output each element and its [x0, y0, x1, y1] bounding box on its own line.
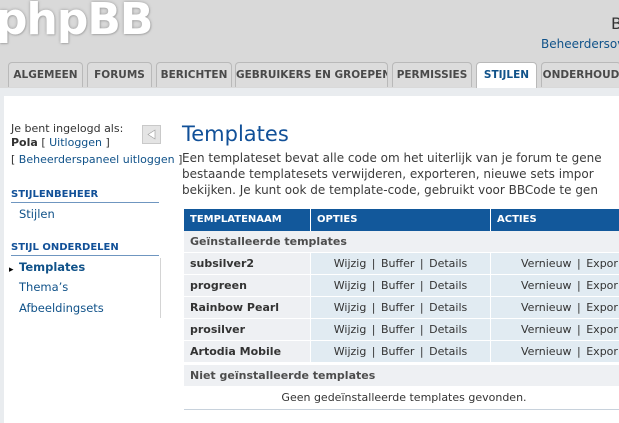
- tab-algemeen[interactable]: ALGEMEEN: [8, 62, 83, 87]
- buffer-link[interactable]: Buffer: [381, 323, 414, 336]
- details-link[interactable]: Details: [429, 345, 467, 358]
- template-name: prosilver: [184, 319, 310, 341]
- actions-cell: Vernieuw | Expor: [490, 253, 619, 275]
- buffer-link[interactable]: Buffer: [381, 301, 414, 314]
- vernieuw-link[interactable]: Vernieuw: [521, 257, 572, 270]
- actions-cell: Vernieuw | Expor: [490, 275, 619, 297]
- sidebar-heading-stijl-onderdelen: STIJL ONDERDELEN: [11, 242, 159, 256]
- actions-cell: Vernieuw | Expor: [490, 297, 619, 319]
- installed-section-heading: Geïnstalleerde templates: [184, 231, 619, 253]
- column-header-opties: OPTIES: [311, 209, 491, 231]
- table-row: subsilver2 Wijzig | Buffer | Details Ver…: [184, 253, 619, 275]
- tab-forums[interactable]: FORUMS: [87, 62, 152, 87]
- tab-bar: ALGEMEEN FORUMS BERICHTEN GEBRUIKERS EN …: [0, 62, 619, 89]
- tab-gebruikers-en-groepen[interactable]: GEBRUIKERS EN GROEPEN: [235, 62, 388, 87]
- sidebar-divider: [160, 258, 161, 318]
- export-link[interactable]: Expor: [586, 257, 618, 270]
- wijzig-link[interactable]: Wijzig: [334, 345, 367, 358]
- export-link[interactable]: Expor: [586, 323, 618, 336]
- admin-logout-line: [ Beheerderspaneel uitloggen ]: [11, 153, 183, 166]
- export-link[interactable]: Expor: [586, 301, 618, 314]
- tab-berichten[interactable]: BERICHTEN: [156, 62, 232, 87]
- sidebar: Je bent ingelogd als: Pola [ Uitloggen ]…: [0, 88, 182, 423]
- export-link[interactable]: Expor: [586, 279, 618, 292]
- vernieuw-link[interactable]: Vernieuw: [521, 323, 572, 336]
- sidebar-heading-stijlenbeheer: STIJLENBEHEER: [11, 189, 159, 203]
- tab-onderhoud[interactable]: ONDERHOUD: [541, 62, 619, 87]
- template-name: progreen: [184, 275, 310, 297]
- actions-cell: Vernieuw | Expor: [490, 341, 619, 363]
- header: phpBB B Beheerdersov: [0, 0, 619, 62]
- logout-link[interactable]: Uitloggen: [49, 136, 102, 149]
- description-line: bekijken. Je kunt ook de template-code, …: [182, 183, 598, 197]
- buffer-link[interactable]: Buffer: [381, 279, 414, 292]
- template-name: subsilver2: [184, 253, 310, 275]
- uninstalled-section-heading: Niet geïnstalleerde templates: [184, 365, 619, 387]
- vernieuw-link[interactable]: Vernieuw: [521, 345, 572, 358]
- template-name: Artodia Mobile: [184, 341, 310, 363]
- active-arrow-icon: ▸: [9, 265, 14, 275]
- options-cell: Wijzig | Buffer | Details: [310, 253, 490, 275]
- options-cell: Wijzig | Buffer | Details: [310, 341, 490, 363]
- description-line: Een templateset bevat alle code om het u…: [182, 151, 602, 165]
- options-cell: Wijzig | Buffer | Details: [310, 275, 490, 297]
- admin-logout-link[interactable]: Beheerderspaneel uitloggen: [19, 153, 175, 166]
- details-link[interactable]: Details: [429, 279, 467, 292]
- wijzig-link[interactable]: Wijzig: [334, 323, 367, 336]
- arrow-left-icon: [147, 129, 156, 140]
- table-row: progreen Wijzig | Buffer | Details Verni…: [184, 275, 619, 297]
- tab-permissies[interactable]: PERMISSIES: [392, 62, 472, 87]
- options-cell: Wijzig | Buffer | Details: [310, 297, 490, 319]
- sidebar-item-stijlen[interactable]: Stijlen: [19, 207, 55, 221]
- sidebar-item-themas[interactable]: Thema’s: [19, 280, 68, 294]
- table-row: prosilver Wijzig | Buffer | Details Vern…: [184, 319, 619, 341]
- details-link[interactable]: Details: [429, 323, 467, 336]
- site-title: B: [611, 14, 619, 33]
- sidebar-item-templates[interactable]: Templates: [19, 260, 85, 274]
- column-header-acties: ACTIES: [491, 209, 619, 231]
- login-user-line: Pola [ Uitloggen ]: [11, 136, 110, 149]
- export-link[interactable]: Expor: [586, 345, 618, 358]
- wijzig-link[interactable]: Wijzig: [334, 301, 367, 314]
- table-row: Artodia Mobile Wijzig | Buffer | Details…: [184, 341, 619, 363]
- phpbb-logo[interactable]: phpBB: [0, 0, 153, 45]
- collapse-sidebar-icon[interactable]: [142, 125, 161, 144]
- column-header-templatenaam: TEMPLATENAAM: [184, 209, 311, 231]
- actions-cell: Vernieuw | Expor: [490, 319, 619, 341]
- vernieuw-link[interactable]: Vernieuw: [521, 279, 572, 292]
- options-cell: Wijzig | Buffer | Details: [310, 319, 490, 341]
- wijzig-link[interactable]: Wijzig: [334, 279, 367, 292]
- wijzig-link[interactable]: Wijzig: [334, 257, 367, 270]
- page-title: Templates: [182, 122, 289, 146]
- tab-stijlen[interactable]: STIJLEN: [476, 62, 537, 89]
- login-text: Je bent ingelogd als:: [11, 122, 124, 135]
- description-line: bestaande templatesets verwijderen, expo…: [182, 167, 594, 181]
- buffer-link[interactable]: Buffer: [381, 345, 414, 358]
- details-link[interactable]: Details: [429, 301, 467, 314]
- template-name: Rainbow Pearl: [184, 297, 310, 319]
- buffer-link[interactable]: Buffer: [381, 257, 414, 270]
- table-row: Rainbow Pearl Wijzig | Buffer | Details …: [184, 297, 619, 319]
- admin-overview-link[interactable]: Beheerdersov: [541, 37, 619, 51]
- details-link[interactable]: Details: [429, 257, 467, 270]
- empty-message: Geen gedeïnstalleerde templates gevonden…: [184, 387, 619, 410]
- username: Pola: [11, 136, 38, 149]
- sidebar-item-afbeeldingsets[interactable]: Afbeeldingsets: [19, 301, 104, 315]
- vernieuw-link[interactable]: Vernieuw: [521, 301, 572, 314]
